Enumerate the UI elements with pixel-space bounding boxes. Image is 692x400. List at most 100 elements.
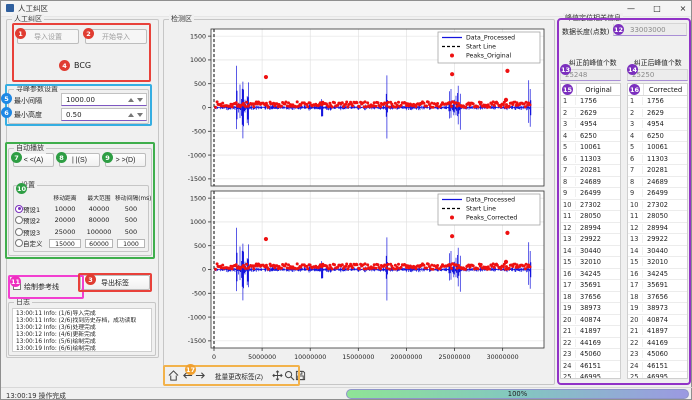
home-icon[interactable]: [168, 370, 179, 381]
table-row[interactable]: 2446151: [561, 361, 620, 373]
table-row[interactable]: 11756: [628, 96, 687, 108]
svg-text:30000000: 30000000: [487, 354, 519, 361]
zoom-icon[interactable]: [284, 370, 295, 381]
annotation-badge-16: 16: [629, 84, 640, 95]
table-row[interactable]: 824689: [628, 177, 687, 189]
custom-value-input[interactable]: 60000: [85, 239, 114, 248]
save-icon[interactable]: [295, 370, 306, 381]
maximize-icon[interactable]: □: [648, 1, 666, 16]
peak-value: 34245: [576, 270, 620, 278]
start-import-button[interactable]: 开始导入: [85, 29, 147, 44]
table-row[interactable]: 22629: [561, 108, 620, 120]
log-entry: 13:00:16 Info: (5/6)绘制完成: [16, 339, 151, 346]
table-row[interactable]: 1938973: [561, 303, 620, 315]
table-row[interactable]: 1329922: [628, 234, 687, 246]
table-row[interactable]: 1228994: [628, 223, 687, 235]
table-row[interactable]: 1532010: [561, 257, 620, 269]
table-row[interactable]: 1430440: [561, 246, 620, 258]
peak-value: 28050: [576, 212, 620, 220]
preset-value: 500: [115, 216, 147, 224]
spin-up-icon[interactable]: [128, 113, 134, 117]
pan-icon[interactable]: [272, 370, 283, 381]
annotation-badge-8: 8: [56, 152, 67, 163]
table-row[interactable]: 2141897: [628, 326, 687, 338]
table-row[interactable]: 46250: [561, 131, 620, 143]
peak-value: 20281: [643, 166, 687, 174]
table-row[interactable]: 1128050: [561, 211, 620, 223]
table-row[interactable]: 611303: [628, 154, 687, 166]
table-row[interactable]: 1027302: [628, 200, 687, 212]
original-peaks-table[interactable]: Original11756226293495446250510061611303…: [560, 83, 621, 379]
table-row[interactable]: 46250: [628, 131, 687, 143]
table-row[interactable]: 1735691: [561, 280, 620, 292]
table-row[interactable]: 1329922: [561, 234, 620, 246]
table-row[interactable]: 926499: [628, 188, 687, 200]
table-row[interactable]: 510061: [561, 142, 620, 154]
preset-radio[interactable]: [15, 216, 23, 224]
custom-value-input[interactable]: 1000: [117, 239, 146, 248]
table-row[interactable]: 2040874: [561, 315, 620, 327]
table-row[interactable]: 1837656: [628, 292, 687, 304]
table-row[interactable]: 1027302: [561, 200, 620, 212]
min-height-spinbox[interactable]: 0.50: [61, 108, 147, 121]
table-row[interactable]: 611303: [561, 154, 620, 166]
row-index: 8: [561, 178, 576, 186]
chart-peaks-original[interactable]: Data_ProcessedStart LinePeaks_Original15…: [167, 25, 553, 189]
row-index: 10: [561, 201, 576, 209]
table-row[interactable]: 510061: [628, 142, 687, 154]
table-row[interactable]: 2141897: [561, 326, 620, 338]
app-icon: [6, 4, 14, 12]
table-row[interactable]: 22629: [628, 108, 687, 120]
table-row[interactable]: 34954: [561, 119, 620, 131]
table-row[interactable]: 824689: [561, 177, 620, 189]
table-row[interactable]: 720281: [628, 165, 687, 177]
table-row[interactable]: 1837656: [561, 292, 620, 304]
row-index: 13: [628, 235, 643, 243]
table-row[interactable]: 2244169: [561, 338, 620, 350]
spin-down-icon[interactable]: [137, 113, 143, 117]
forward-icon[interactable]: [195, 370, 206, 381]
preset-radio[interactable]: [15, 228, 23, 236]
table-row[interactable]: 1634245: [561, 269, 620, 281]
minimize-icon[interactable]: —: [622, 1, 640, 16]
table-row[interactable]: 34954: [628, 119, 687, 131]
peak-value: 28994: [576, 224, 620, 232]
batch-change-labels-button[interactable]: 批量更改标签(Z): [209, 368, 269, 384]
table-row[interactable]: 2546995: [561, 372, 620, 379]
spin-down-icon[interactable]: [137, 98, 143, 102]
table-row[interactable]: 1532010: [628, 257, 687, 269]
min-interval-spinbox[interactable]: 1000.00: [61, 93, 147, 106]
close-icon[interactable]: ×: [674, 1, 692, 16]
settings-column-header: 移动距离: [47, 193, 83, 202]
table-row[interactable]: 1938973: [628, 303, 687, 315]
peak-value: 26499: [576, 189, 620, 197]
peak-value: 29922: [643, 235, 687, 243]
table-row[interactable]: 926499: [561, 188, 620, 200]
table-row[interactable]: 720281: [561, 165, 620, 177]
table-row[interactable]: 2244169: [628, 338, 687, 350]
table-row[interactable]: 2345060: [561, 349, 620, 361]
row-index: 23: [561, 350, 576, 358]
row-index: 22: [561, 339, 576, 347]
corrected-peaks-table[interactable]: Corrected1175622629349544625051006161130…: [627, 83, 688, 379]
table-row[interactable]: 1735691: [628, 280, 687, 292]
chart-peaks-corrected[interactable]: Data_ProcessedStart LinePeaks_Corrected1…: [167, 187, 553, 363]
table-row[interactable]: 1128050: [628, 211, 687, 223]
table-row[interactable]: 1430440: [628, 246, 687, 258]
preset-radio[interactable]: [15, 205, 23, 213]
peak-value: 45060: [576, 350, 620, 358]
preset-radio[interactable]: [15, 239, 23, 247]
custom-value-input[interactable]: 15000: [49, 239, 81, 248]
table-row[interactable]: 2546995: [628, 372, 687, 379]
table-row[interactable]: 1634245: [628, 269, 687, 281]
table-row[interactable]: 2446151: [628, 361, 687, 373]
table-row[interactable]: 11756: [561, 96, 620, 108]
table-row[interactable]: 1228994: [561, 223, 620, 235]
import-settings-button[interactable]: 导入设置: [17, 29, 79, 44]
preset-value: 500: [115, 205, 147, 213]
spin-up-icon[interactable]: [128, 98, 134, 102]
table-row[interactable]: 2040874: [628, 315, 687, 327]
table-row[interactable]: 2345060: [628, 349, 687, 361]
peak-value: 1756: [643, 97, 687, 105]
log-viewport[interactable]: 13:00:11 Info: (1/6)导入完成13:00:11 Info: (…: [12, 308, 152, 352]
